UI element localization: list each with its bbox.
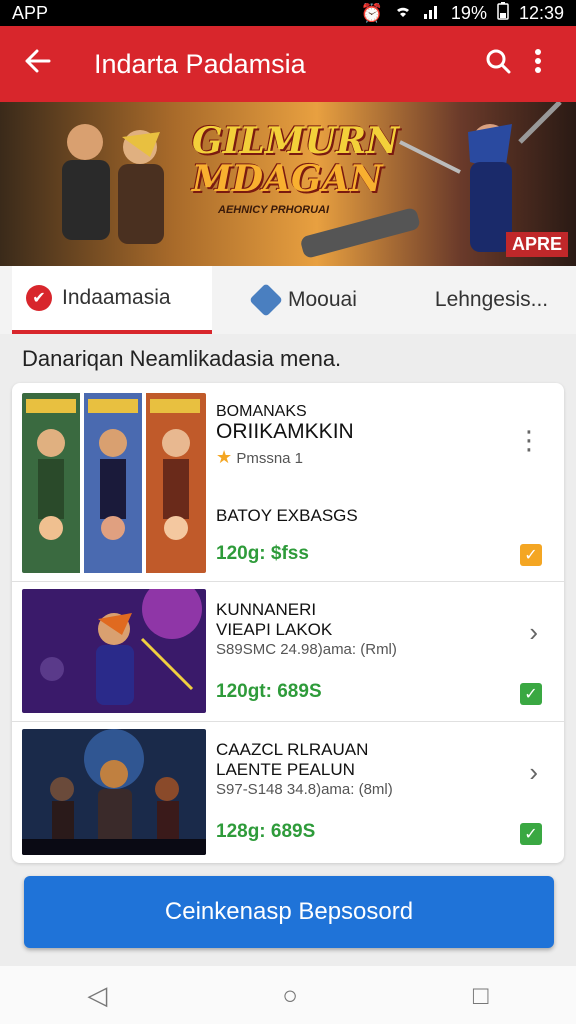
item-title-line2: VIEAPI LAKOK (216, 620, 333, 639)
tab-lehngesis[interactable]: Lehngesis... (421, 266, 562, 334)
list-item[interactable]: CAAZCL RLRAUAN LAENTE PEALUN S97-S148 34… (12, 721, 564, 863)
tab-bar: ✔ Indaamasia Moouai Lehngesis... (0, 266, 576, 334)
status-right: ⏰ 19% 12:39 (360, 1, 564, 25)
section-subtitle: Danariqan Neamlikadasia mena. (22, 346, 342, 371)
clock: 12:39 (518, 2, 564, 23)
brand-badge-icon: ✔ (26, 285, 52, 311)
item-subtitle: BATOY EXBASGS (216, 506, 358, 525)
item-price: 128g: 689S (216, 821, 316, 842)
rating-text: Pmssna 1 (236, 450, 304, 467)
tab-indaamasia[interactable]: ✔ Indaamasia (12, 266, 212, 334)
signal-icon (423, 3, 441, 24)
alarm-icon: ⏰ (360, 2, 383, 23)
list-item[interactable]: BOMANAKS ORIIKAMKKIN ★ Pmssna 1 BATOY EX… (12, 383, 564, 582)
tab-moouai[interactable]: Moouai (240, 266, 371, 334)
nav-recents-icon[interactable]: □ (473, 980, 489, 1011)
item-price: 120gt: 689S (216, 681, 322, 702)
nav-back-icon[interactable]: ◁ (87, 980, 107, 1011)
item-title-line2: ORIIKAMKKIN (216, 420, 354, 443)
banner-title-line1: GILMURN (192, 120, 399, 162)
banner-title-line2: MDAGAN (192, 158, 383, 200)
item-title-line1: KUNNANERI (216, 600, 317, 619)
item-title-line2: LAENTE PEALUN (216, 760, 355, 779)
item-meta: S89SMC 24.98)ama: (Rml) (216, 641, 397, 658)
tab-label: Indaamasia (62, 286, 171, 309)
check-icon[interactable]: ✓ (520, 683, 542, 705)
game-list-card: BOMANAKS ORIIKAMKKIN ★ Pmssna 1 BATOY EX… (12, 383, 564, 863)
status-app-label: APP (12, 2, 49, 23)
banner-tagline: AEHNICY PRHORUAI (218, 204, 330, 216)
more-vert-icon[interactable]: ⋮ (516, 425, 542, 456)
chevron-right-icon[interactable]: › (529, 617, 538, 648)
battery-percent: 19% (450, 2, 487, 23)
game-thumbnail (22, 589, 206, 713)
system-nav-bar: ◁ ○ □ (0, 966, 576, 1024)
tab-label: Lehngesis... (434, 288, 549, 311)
nav-home-icon[interactable]: ○ (282, 980, 298, 1011)
primary-cta-button[interactable]: Ceinkenasp Bepsosord (24, 876, 554, 948)
shield-icon (249, 283, 283, 317)
game-thumbnail (22, 729, 206, 855)
check-icon[interactable]: ✓ (520, 823, 542, 845)
app-title: Indarta Padamsia (94, 48, 306, 79)
item-title-line1: CAAZCL RLRAUAN (216, 740, 369, 759)
item-price: 120g: $fss (216, 543, 309, 564)
banner-badge: APRE (505, 232, 568, 257)
more-vert-icon[interactable] (518, 48, 558, 81)
wifi-icon (393, 3, 413, 24)
list-item[interactable]: KUNNANERI VIEAPI LAKOK S89SMC 24.98)ama:… (12, 581, 564, 722)
item-meta: S97-S148 34.8)ama: (8ml) (216, 781, 393, 798)
battery-icon (497, 1, 509, 25)
banner-title: GILMURN MDAGAN (192, 120, 399, 200)
search-icon[interactable] (478, 48, 518, 81)
chevron-right-icon[interactable]: › (529, 757, 538, 788)
promo-banner[interactable]: GILMURN MDAGAN AEHNICY PRHORUAI APRE (0, 102, 576, 266)
game-thumbnail (22, 393, 206, 573)
status-bar: APP ⏰ 19% 12:39 (0, 0, 576, 26)
star-icon: ★ (216, 447, 233, 467)
item-rating: ★ Pmssna 1 (216, 447, 303, 468)
app-bar: Indarta Padamsia (0, 26, 576, 102)
check-icon[interactable]: ✓ (520, 544, 542, 566)
tab-label: Moouai (288, 288, 357, 311)
back-arrow-icon[interactable] (18, 49, 58, 80)
